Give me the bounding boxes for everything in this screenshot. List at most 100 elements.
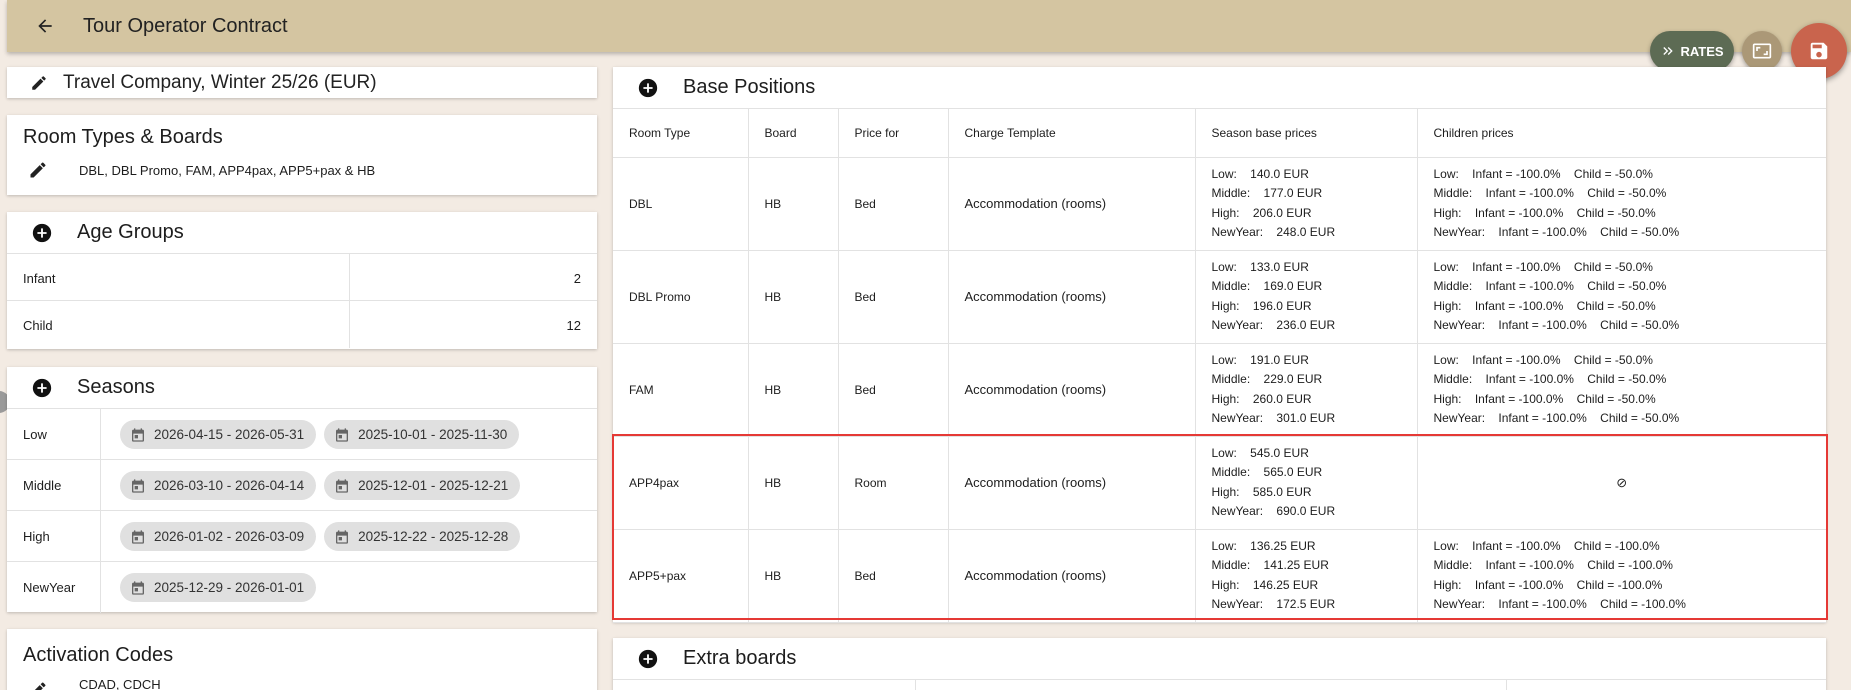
price-line: Middle: 229.0 EUR — [1211, 372, 1323, 386]
price-for-cell: Bed — [838, 157, 949, 251]
price-line: Low: 545.0 EUR — [1211, 445, 1309, 460]
season-date-range: 2026-04-15 - 2026-05-31 — [154, 427, 305, 442]
not-applicable-icon: ⊘ — [1616, 474, 1628, 490]
child-price-line: Low: Infant = -100.0% Child = -50.0% — [1433, 352, 1653, 367]
children-prices-cell: Low: Infant = -100.0% Child = -50.0% Mid… — [1417, 343, 1826, 437]
extra-boards-card: Extra boards — [613, 638, 1826, 690]
column-header[interactable]: Board — [748, 109, 839, 158]
calendar-icon — [336, 427, 349, 442]
age-group-row[interactable]: Infant 2 — [7, 254, 597, 301]
pencil-icon — [34, 682, 46, 690]
season-date-chip[interactable]: 2025-12-01 - 2025-12-21 — [324, 471, 521, 500]
price-line: Low: 136.25 EUR — [1211, 538, 1316, 553]
contract-title-card: Travel Company, Winter 25/26 (EUR) — [7, 67, 597, 98]
children-prices-cell: Low: Infant = -100.0% Child = -100.0% Mi… — [1417, 529, 1826, 623]
base-positions-heading: Base Positions — [683, 76, 816, 98]
edit-room-types-button[interactable] — [27, 159, 49, 181]
activation-codes-heading: Activation Codes — [23, 644, 174, 666]
season-date-chip[interactable]: 2025-12-29 - 2026-01-01 — [120, 573, 317, 602]
season-prices-cell: Low: 545.0 EUR Middle: 565.0 EUR High: 5… — [1195, 436, 1418, 530]
back-button[interactable] — [29, 10, 61, 42]
board-cell: HB — [748, 343, 839, 437]
season-date-chip[interactable]: 2026-01-02 - 2026-03-09 — [120, 522, 317, 551]
column-header[interactable]: Season base prices — [1195, 109, 1418, 158]
board-cell: HB — [748, 250, 839, 344]
season-date-chip[interactable]: 2025-10-01 - 2025-11-30 — [324, 420, 520, 449]
child-price-line: Low: Infant = -100.0% Child = -100.0% — [1433, 538, 1660, 553]
price-line: Middle: 169.0 EUR — [1211, 279, 1323, 293]
add-season-button[interactable] — [31, 377, 53, 399]
board-cell: HB — [748, 157, 839, 251]
season-label: High — [23, 529, 50, 544]
add-extra-board-button[interactable] — [637, 648, 659, 670]
price-line: NewYear: 248.0 EUR — [1211, 225, 1336, 239]
calendar-icon — [132, 478, 144, 493]
child-price-line: High: Infant = -100.0% Child = -100.0% — [1433, 577, 1663, 592]
base-positions-card: Base Positions Room Type Board Price for… — [613, 67, 1826, 623]
age-group-row[interactable]: Child 12 — [7, 301, 597, 348]
price-for-cell: Bed — [838, 250, 949, 344]
column-header[interactable]: Price for — [838, 109, 949, 158]
child-price-line: Low: Infant = -100.0% Child = -50.0% — [1433, 259, 1653, 274]
charge-template-cell: Accommodation (rooms) — [948, 250, 1196, 344]
season-date-chip[interactable]: 2026-04-15 - 2026-05-31 — [120, 420, 317, 449]
season-row: High 2026-01-02 - 2026-03-09 2025-12-22 … — [7, 511, 597, 562]
price-for-cell: Bed — [838, 529, 949, 623]
price-line: Low: 133.0 EUR — [1211, 259, 1309, 274]
arrow-left-icon — [38, 19, 52, 33]
age-groups-card: Age Groups Infant 2 Child 12 — [7, 212, 597, 349]
edit-contract-button[interactable] — [29, 73, 49, 93]
price-line: High: 146.25 EUR — [1211, 577, 1319, 592]
room-types-value: DBL, DBL Promo, FAM, APP4pax, APP5+pax &… — [79, 163, 376, 178]
price-line: NewYear: 301.0 EUR — [1211, 411, 1336, 425]
add-base-position-button[interactable] — [637, 77, 659, 99]
child-price-line: NewYear: Infant = -100.0% Child = -50.0% — [1433, 318, 1680, 332]
table-row[interactable]: DBL HB Bed Accommodation (rooms) Low: 14… — [613, 157, 1826, 251]
calendar-icon — [132, 427, 144, 442]
season-row: Middle 2026-03-10 - 2026-04-14 2025-12-0… — [7, 460, 597, 511]
save-icon — [1810, 42, 1828, 60]
activation-codes-card: Activation Codes CDAD, CDCH — [7, 629, 597, 690]
add-circle-icon — [638, 649, 658, 668]
extra-boards-header: Extra boards — [613, 638, 1826, 680]
rates-button-label: RATES — [1680, 43, 1724, 59]
season-date-range: 2025-12-22 - 2025-12-28 — [358, 529, 509, 544]
column-header[interactable]: Room Type — [613, 109, 749, 158]
room-type-cell: APP5+pax — [613, 529, 749, 623]
table-row[interactable]: FAM HB Bed Accommodation (rooms) Low: 19… — [613, 343, 1826, 437]
price-line: High: 585.0 EUR — [1211, 484, 1312, 499]
price-line: Middle: 141.25 EUR — [1211, 558, 1329, 572]
age-groups-header: Age Groups — [7, 212, 597, 254]
table-header-row: Room Type Board Price for Charge Templat… — [613, 109, 1826, 158]
edit-activation-codes-button[interactable] — [27, 679, 49, 690]
season-label: Low — [23, 427, 47, 442]
table-row[interactable]: APP5+pax HB Bed Accommodation (rooms) Lo… — [613, 529, 1826, 623]
calendar-icon — [132, 580, 144, 595]
rates-button[interactable]: RATES — [1650, 31, 1734, 71]
pencil-icon — [30, 162, 46, 178]
child-price-line: High: Infant = -100.0% Child = -50.0% — [1433, 205, 1656, 220]
child-price-line: High: Infant = -100.0% Child = -50.0% — [1433, 298, 1656, 313]
season-date-chip[interactable]: 2025-12-22 - 2025-12-28 — [324, 522, 521, 551]
season-date-chip[interactable]: 2026-03-10 - 2026-04-14 — [120, 471, 317, 500]
fullscreen-button[interactable] — [1742, 31, 1782, 71]
season-date-range: 2025-12-29 - 2026-01-01 — [154, 580, 305, 595]
season-label: Middle — [23, 478, 62, 493]
price-line: High: 260.0 EUR — [1211, 391, 1312, 406]
add-age-group-button[interactable] — [31, 222, 53, 244]
board-cell: HB — [748, 436, 839, 530]
column-header[interactable]: Charge Template — [948, 109, 1196, 158]
price-line: High: 206.0 EUR — [1211, 205, 1312, 220]
table-row[interactable]: DBL Promo HB Bed Accommodation (rooms) L… — [613, 250, 1826, 344]
app-bar: Tour Operator Contract — [7, 0, 1851, 52]
child-price-line: NewYear: Infant = -100.0% Child = -50.0% — [1433, 225, 1680, 239]
season-prices-cell: Low: 136.25 EUR Middle: 141.25 EUR High:… — [1195, 529, 1418, 623]
table-row[interactable]: APP4pax HB Room Accommodation (rooms) Lo… — [613, 436, 1826, 530]
season-row: Low 2026-04-15 - 2026-05-31 2025-10-01 -… — [7, 409, 597, 460]
room-types-card: Room Types & Boards DBL, DBL Promo, FAM,… — [7, 115, 597, 195]
season-date-range: 2025-12-01 - 2025-12-21 — [358, 478, 509, 493]
column-header[interactable]: Children prices — [1417, 109, 1826, 158]
season-date-range: 2026-01-02 - 2026-03-09 — [154, 529, 305, 544]
base-positions-header: Base Positions — [613, 67, 1826, 109]
season-label: NewYear — [23, 580, 76, 595]
